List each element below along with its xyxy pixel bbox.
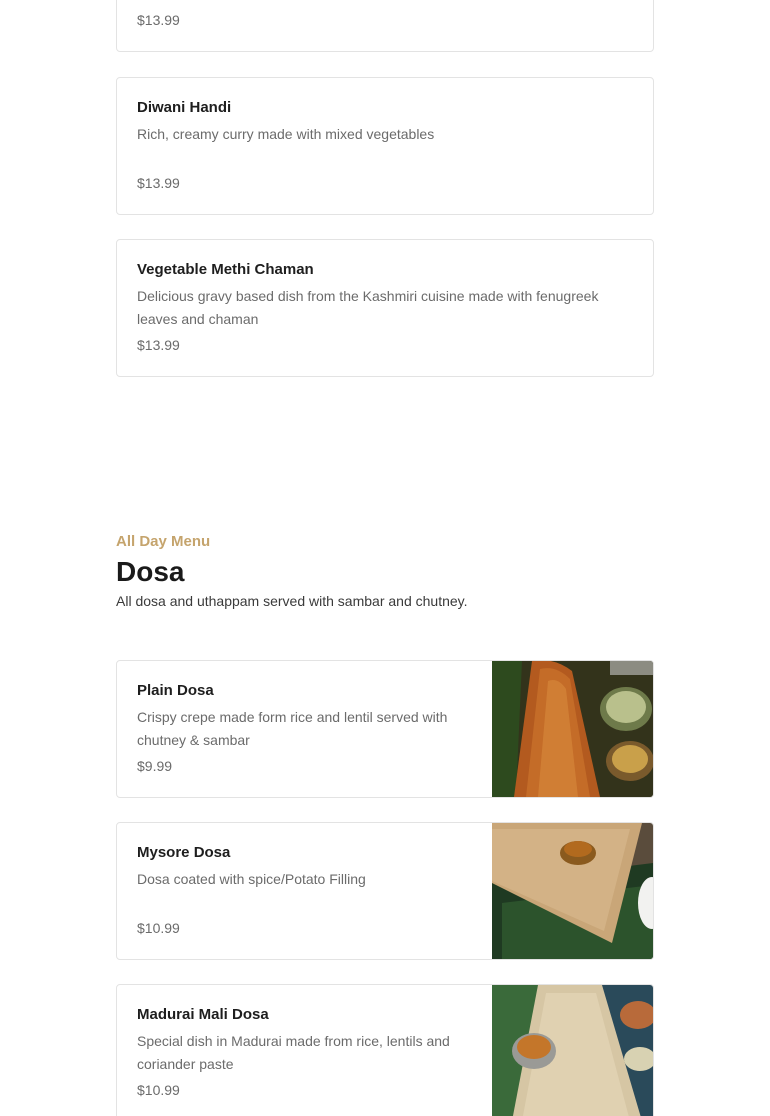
menu-item-card[interactable]: Diwani Handi Rich, creamy curry made wit… <box>116 77 654 215</box>
menu-item-price: $13.99 <box>137 12 180 28</box>
menu-item-name: Madurai Mali Dosa <box>137 1006 269 1023</box>
plain-dosa-photo <box>492 661 653 797</box>
menu-item-price: $13.99 <box>137 337 180 353</box>
menu-item-name: Vegetable Methi Chaman <box>137 261 314 278</box>
madurai-mali-dosa-photo <box>492 985 653 1116</box>
mysore-dosa-photo <box>492 823 653 959</box>
menu-item-card[interactable]: Vegetable Methi Chaman Delicious gravy b… <box>116 239 654 377</box>
menu-item-card[interactable]: $13.99 <box>116 0 654 52</box>
menu-item-description: Delicious gravy based dish from the Kash… <box>137 288 599 327</box>
menu-item-price: $10.99 <box>137 1082 180 1098</box>
menu-item-card[interactable]: Plain Dosa Crispy crepe made form rice a… <box>116 660 654 798</box>
menu-item-price: $10.99 <box>137 920 180 936</box>
menu-item-name: Diwani Handi <box>137 99 232 116</box>
section-eyebrow: All Day Menu <box>116 533 211 550</box>
menu-item-name: Mysore Dosa <box>137 844 231 861</box>
menu-item-card[interactable]: Madurai Mali Dosa Special dish in Madura… <box>116 984 654 1116</box>
menu-item-description: Special dish in Madurai made from rice, … <box>137 1033 450 1072</box>
menu-item-description: Crispy crepe made form rice and lentil s… <box>137 709 448 748</box>
menu-item-description: Dosa coated with spice/Potato Filling <box>137 871 366 887</box>
menu-item-price: $9.99 <box>137 758 173 774</box>
section-description: All dosa and uthappam served with sambar… <box>116 593 468 609</box>
menu-item-description: Rich, creamy curry made with mixed veget… <box>137 126 435 142</box>
menu-item-name: Plain Dosa <box>137 682 214 699</box>
menu-item-price: $13.99 <box>137 175 180 191</box>
menu-item-card[interactable]: Mysore Dosa Dosa coated with spice/Potat… <box>116 822 654 960</box>
section-title: Dosa <box>116 556 185 587</box>
